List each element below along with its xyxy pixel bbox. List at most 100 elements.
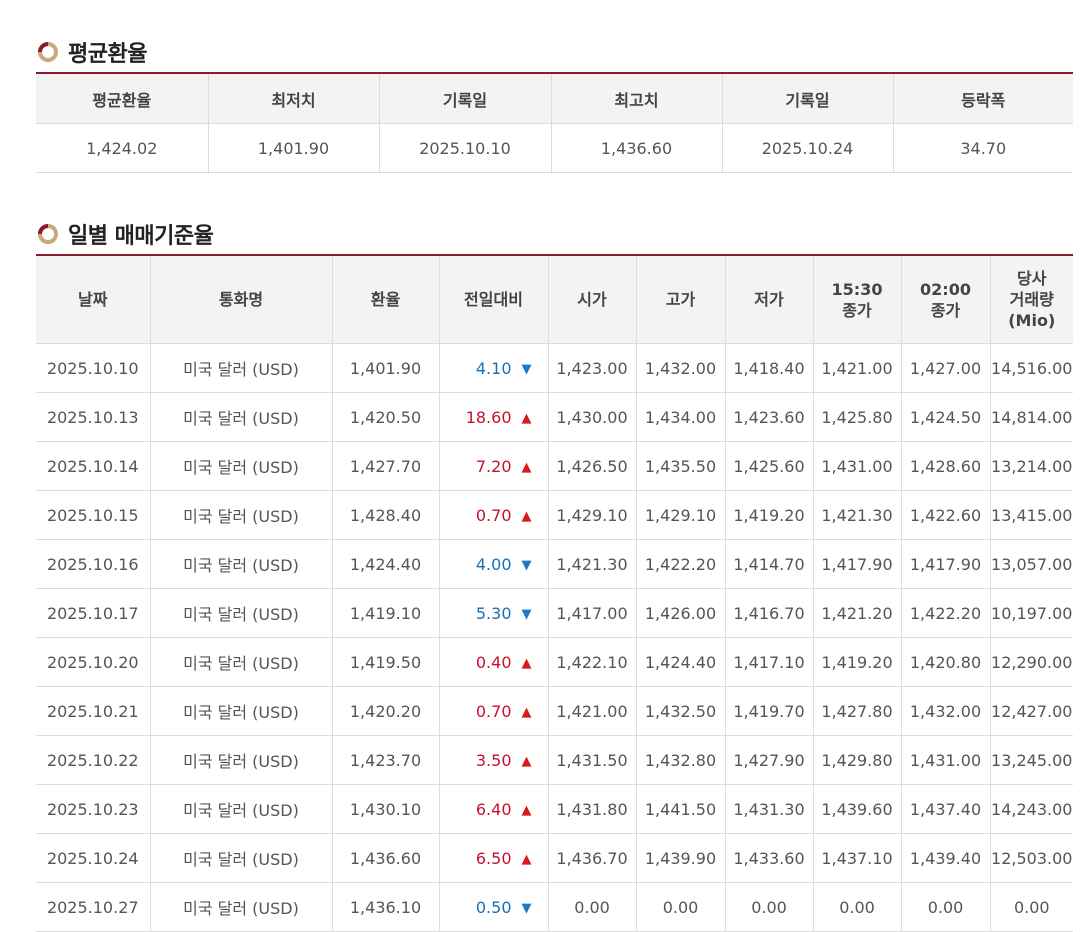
change-value: 4.00 xyxy=(475,554,512,574)
table-row: 2025.10.20 미국 달러 (USD) 1,419.50 0.40 ▲ 1,422.… xyxy=(36,637,1073,687)
cell-close-0200: 1,439.40 xyxy=(900,833,990,883)
cell-change: 6.40 ▲ xyxy=(438,784,548,834)
cell-change: 0.70 ▲ xyxy=(438,686,548,736)
avg-value-cell: 2025.10.24 xyxy=(721,123,893,173)
header-close-0200-time: 02:00 xyxy=(920,279,971,299)
cell-low: 1,425.60 xyxy=(724,441,813,491)
cell-rate: 1,436.60 xyxy=(331,833,439,883)
cell-volume: 10,197.00 xyxy=(989,588,1073,638)
up-triangle-icon: ▲ xyxy=(521,753,532,769)
cell-rate: 1,401.90 xyxy=(331,343,439,393)
cell-currency: 미국 달러 (USD) xyxy=(149,392,332,442)
change-value: 0.50 xyxy=(475,897,512,917)
cell-currency: 미국 달러 (USD) xyxy=(149,784,332,834)
cell-change: 4.00 ▼ xyxy=(438,539,548,589)
avg-header-cell: 기록일 xyxy=(721,73,893,124)
cell-rate: 1,423.70 xyxy=(331,735,439,785)
table-row: 2025.10.17 미국 달러 (USD) 1,419.10 5.30 ▼ 1,417.… xyxy=(36,588,1073,638)
up-triangle-icon: ▲ xyxy=(521,508,532,524)
cell-high: 1,429.10 xyxy=(635,490,725,540)
avg-value-cell: 1,401.90 xyxy=(207,123,379,173)
cell-rate: 1,419.50 xyxy=(331,637,439,687)
cell-change: 6.50 ▲ xyxy=(438,833,548,883)
up-triangle-icon: ▲ xyxy=(521,410,532,426)
avg-header-row: 평균환율 최저치 기록일 최고치 기록일 등락폭 xyxy=(36,73,1073,124)
cell-close-1530: 1,429.80 xyxy=(812,735,901,785)
cell-close-0200: 1,437.40 xyxy=(900,784,990,834)
ring-bullet-icon xyxy=(36,222,60,246)
cell-date: 2025.10.22 xyxy=(36,735,150,785)
header-volume-line1: 당사 xyxy=(1017,269,1047,288)
cell-close-1530: 1,421.00 xyxy=(812,343,901,393)
cell-close-0200: 1,422.60 xyxy=(900,490,990,540)
cell-low: 1,418.40 xyxy=(724,343,813,393)
cell-volume: 14,516.00 xyxy=(989,343,1073,393)
avg-header-cell: 평균환율 xyxy=(36,73,208,124)
table-row: 2025.10.24 미국 달러 (USD) 1,436.60 6.50 ▲ 1,436.… xyxy=(36,833,1073,883)
cell-close-0200: 1,432.00 xyxy=(900,686,990,736)
change-value: 18.60 xyxy=(465,407,512,427)
change-value: 4.10 xyxy=(475,358,512,378)
cell-volume: 14,814.00 xyxy=(989,392,1073,442)
cell-high: 1,432.00 xyxy=(635,343,725,393)
avg-rate-table: 평균환율 최저치 기록일 최고치 기록일 등락폭 1,424.02 1,401.… xyxy=(36,72,1073,173)
cell-open: 1,429.10 xyxy=(547,490,636,540)
cell-low: 1,423.60 xyxy=(724,392,813,442)
cell-high: 1,432.50 xyxy=(635,686,725,736)
cell-date: 2025.10.15 xyxy=(36,490,150,540)
ring-bullet-icon xyxy=(36,40,60,64)
cell-close-1530: 1,421.30 xyxy=(812,490,901,540)
cell-high: 1,435.50 xyxy=(635,441,725,491)
change-value: 0.40 xyxy=(475,652,512,672)
table-row: 2025.10.23 미국 달러 (USD) 1,430.10 6.40 ▲ 1,431.… xyxy=(36,784,1073,834)
cell-close-1530: 0.00 xyxy=(812,882,901,932)
change-value: 3.50 xyxy=(475,750,512,770)
cell-date: 2025.10.21 xyxy=(36,686,150,736)
cell-high: 1,434.00 xyxy=(635,392,725,442)
cell-currency: 미국 달러 (USD) xyxy=(149,588,332,638)
cell-high: 1,424.40 xyxy=(635,637,725,687)
cell-high: 1,426.00 xyxy=(635,588,725,638)
cell-rate: 1,420.20 xyxy=(331,686,439,736)
cell-volume: 12,290.00 xyxy=(989,637,1073,687)
cell-open: 1,436.70 xyxy=(547,833,636,883)
cell-close-0200: 1,420.80 xyxy=(900,637,990,687)
header-close-1530: 15:30 종가 xyxy=(812,255,901,344)
down-triangle-icon: ▼ xyxy=(521,900,532,916)
cell-open: 1,431.50 xyxy=(547,735,636,785)
up-triangle-icon: ▲ xyxy=(521,802,532,818)
cell-low: 0.00 xyxy=(724,882,813,932)
cell-volume: 13,214.00 xyxy=(989,441,1073,491)
cell-volume: 12,427.00 xyxy=(989,686,1073,736)
cell-open: 0.00 xyxy=(547,882,636,932)
avg-section-title: 평균환율 xyxy=(36,36,147,68)
cell-open: 1,430.00 xyxy=(547,392,636,442)
cell-date: 2025.10.20 xyxy=(36,637,150,687)
cell-close-1530: 1,427.80 xyxy=(812,686,901,736)
cell-date: 2025.10.23 xyxy=(36,784,150,834)
cell-close-1530: 1,425.80 xyxy=(812,392,901,442)
cell-rate: 1,420.50 xyxy=(331,392,439,442)
header-change: 전일대비 xyxy=(438,255,548,344)
header-close-1530-label: 종가 xyxy=(842,300,872,320)
avg-header-cell: 최저치 xyxy=(207,73,379,124)
avg-section-title-text: 평균환율 xyxy=(68,42,147,67)
avg-value-cell: 34.70 xyxy=(892,123,1073,173)
avg-value-cell: 2025.10.10 xyxy=(378,123,551,173)
cell-volume: 14,243.00 xyxy=(989,784,1073,834)
cell-close-1530: 1,421.20 xyxy=(812,588,901,638)
down-triangle-icon: ▼ xyxy=(521,606,532,622)
cell-date: 2025.10.27 xyxy=(36,882,150,932)
cell-low: 1,417.10 xyxy=(724,637,813,687)
cell-low: 1,433.60 xyxy=(724,833,813,883)
cell-close-0200: 0.00 xyxy=(900,882,990,932)
table-row: 2025.10.10 미국 달러 (USD) 1,401.90 4.10 ▼ 1,423.… xyxy=(36,343,1073,393)
daily-section-title: 일별 매매기준율 xyxy=(36,218,214,250)
daily-rate-table: 날짜 통화명 환율 전일대비 시가 고가 저가 15:30 종가 02:00 종… xyxy=(36,254,1073,932)
table-row: 2025.10.22 미국 달러 (USD) 1,423.70 3.50 ▲ 1,431.… xyxy=(36,735,1073,785)
cell-volume: 12,503.00 xyxy=(989,833,1073,883)
avg-value-cell: 1,436.60 xyxy=(550,123,722,173)
header-close-1530-time: 15:30 xyxy=(831,279,883,299)
table-row: 2025.10.15 미국 달러 (USD) 1,428.40 0.70 ▲ 1,429.… xyxy=(36,490,1073,540)
header-close-0200: 02:00 종가 xyxy=(900,255,990,344)
